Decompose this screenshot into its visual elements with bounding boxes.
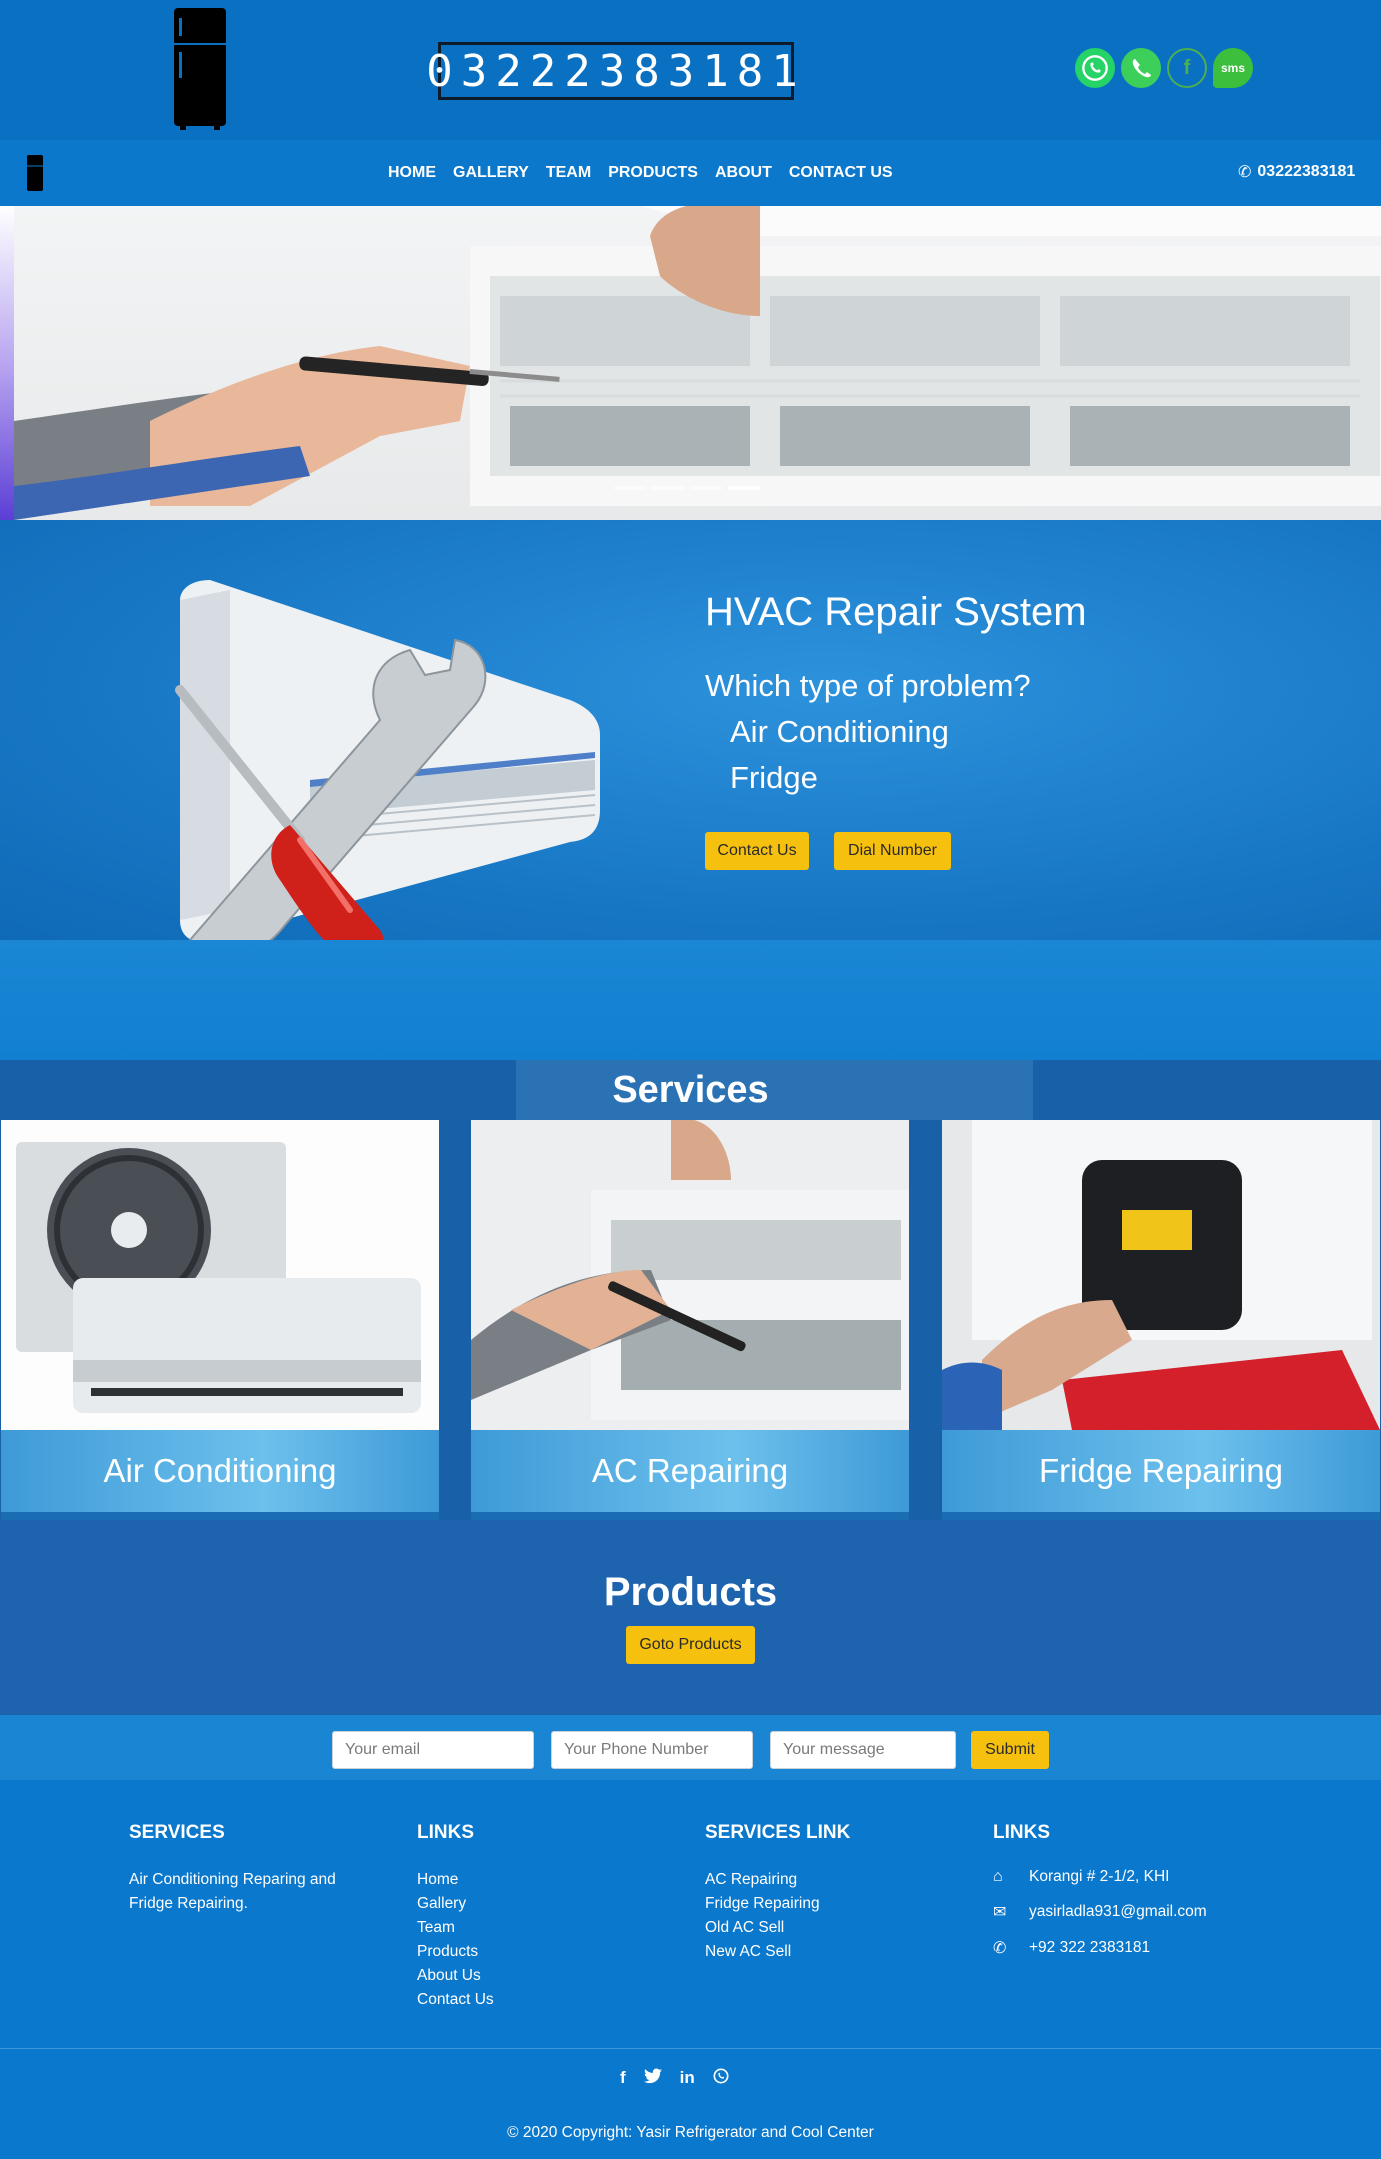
footer-email[interactable]: ✉ yasirladla931@gmail.com — [993, 1902, 1207, 1922]
carousel-dot-1[interactable] — [614, 486, 646, 490]
footer-link-home[interactable]: Home — [417, 1868, 494, 1892]
fridge-repair-photo — [942, 1120, 1380, 1430]
goto-products-button[interactable]: Goto Products — [626, 1626, 755, 1664]
nav-fridge-logo-icon[interactable] — [26, 155, 44, 191]
fridge-repairing-image — [942, 1120, 1380, 1430]
sms-icon[interactable]: sms — [1213, 48, 1253, 88]
footer-service-old-ac-sell[interactable]: Old AC Sell — [705, 1916, 850, 1940]
carousel-dot-2[interactable] — [652, 486, 684, 490]
footer-links-heading: LINKS — [417, 1822, 474, 1843]
whatsapp-icon[interactable] — [1075, 48, 1115, 88]
service-card-fridge-repairing[interactable]: Fridge Repairing — [942, 1120, 1380, 1520]
footer-contact-column: LINKS ⌂ Korangi # 2-1/2, KHI ✉ yasirladl… — [993, 1822, 1207, 1974]
copyright-text: © 2020 Copyright: Yasir Refrigerator and… — [507, 2124, 874, 2141]
footer-social-icons: f in — [620, 2068, 729, 2089]
ac-tools-illustration — [175, 580, 600, 962]
footer-service-fridge-repairing[interactable]: Fridge Repairing — [705, 1892, 850, 1916]
phone-icon: ✆ — [1238, 164, 1252, 181]
products-section: Products Goto Products — [0, 1520, 1381, 1715]
phone-call-icon[interactable] — [1121, 48, 1161, 88]
problem-fridge: Fridge — [730, 760, 818, 795]
footer-links-column: LINKS Home Gallery Team Products About U… — [417, 1822, 494, 2012]
footer-link-about-us[interactable]: About Us — [417, 1964, 494, 1988]
footer-divider — [0, 2048, 1381, 2049]
header-phone-number[interactable]: 03222383181 — [426, 42, 798, 100]
footer-services-link-column: SERVICES LINK AC Repairing Fridge Repair… — [705, 1822, 850, 1964]
footer-address: ⌂ Korangi # 2-1/2, KHI — [993, 1868, 1207, 1886]
service-card-ac-repairing[interactable]: AC Repairing — [471, 1120, 909, 1520]
dial-number-button[interactable]: Dial Number — [834, 832, 951, 870]
linkedin-icon[interactable]: in — [680, 2068, 695, 2089]
footer-service-ac-repairing[interactable]: AC Repairing — [705, 1868, 850, 1892]
service-label-fridge-repairing: Fridge Repairing — [942, 1430, 1380, 1512]
footer-email-text: yasirladla931@gmail.com — [1029, 1903, 1207, 1920]
products-title: Products — [603, 1570, 778, 1614]
footer-contact-heading: LINKS — [993, 1822, 1050, 1843]
nav-team[interactable]: TEAM — [546, 164, 591, 182]
phone-input[interactable]: Your Phone Number — [551, 1731, 753, 1769]
contact-form: Your email Your Phone Number Your messag… — [0, 1715, 1381, 1780]
hero-carousel[interactable] — [0, 206, 1381, 520]
hvac-section-bottom — [0, 940, 1381, 1060]
top-header: 03222383181 f sms — [0, 0, 1381, 140]
carousel-indicators — [614, 486, 760, 490]
services-section: Services Air Conditioning AC Repairing F… — [0, 1060, 1381, 1520]
service-label-air-conditioning: Air Conditioning — [1, 1430, 439, 1512]
nav-phone-link[interactable]: ✆ 03222383181 — [1238, 162, 1355, 182]
footer: SERVICES Air Conditioning Reparing and F… — [0, 1780, 1381, 2159]
nav-home[interactable]: HOME — [388, 164, 436, 182]
footer-phone-text: +92 322 2383181 — [1029, 1939, 1151, 1956]
hvac-question: Which type of problem? — [705, 668, 1031, 703]
facebook-icon[interactable]: f — [1167, 48, 1207, 88]
envelope-icon: ✉ — [993, 1904, 1007, 1921]
service-card-air-conditioning[interactable]: Air Conditioning — [1, 1120, 439, 1520]
nav-gallery[interactable]: GALLERY — [453, 164, 529, 182]
phone-icon: ✆ — [993, 1940, 1007, 1957]
footer-services-heading: SERVICES — [129, 1822, 225, 1843]
ac-repair-photo — [471, 1120, 909, 1430]
nav-products[interactable]: PRODUCTS — [608, 164, 698, 182]
ac-repairing-image — [471, 1120, 909, 1430]
submit-button[interactable]: Submit — [971, 1731, 1049, 1769]
footer-services-column: SERVICES Air Conditioning Reparing and F… — [129, 1822, 379, 1916]
footer-address-text: Korangi # 2-1/2, KHI — [1029, 1868, 1170, 1885]
footer-services-text: Air Conditioning Reparing and Fridge Rep… — [129, 1871, 336, 1912]
home-icon: ⌂ — [993, 1868, 1003, 1885]
footer-link-gallery[interactable]: Gallery — [417, 1892, 494, 1916]
hero-ac-repair-image — [14, 206, 1381, 520]
footer-services-link-heading: SERVICES LINK — [705, 1822, 851, 1843]
nav-links: HOME GALLERY TEAM PRODUCTS ABOUT CONTACT… — [388, 140, 893, 206]
facebook-icon[interactable]: f — [620, 2068, 626, 2089]
whatsapp-icon[interactable] — [713, 2068, 729, 2089]
nav-phone-number: 03222383181 — [1257, 163, 1356, 180]
footer-link-team[interactable]: Team — [417, 1916, 494, 1940]
footer-link-contact-us[interactable]: Contact Us — [417, 1988, 494, 2012]
nav-contact-us[interactable]: CONTACT US — [789, 164, 893, 182]
main-navbar: HOME GALLERY TEAM PRODUCTS ABOUT CONTACT… — [0, 140, 1381, 206]
contact-us-button[interactable]: Contact Us — [705, 832, 809, 870]
footer-link-products[interactable]: Products — [417, 1940, 494, 1964]
air-conditioning-image — [1, 1120, 439, 1430]
nav-about[interactable]: ABOUT — [715, 164, 772, 182]
hvac-title: HVAC Repair System — [705, 590, 1087, 634]
ac-units-illustration — [1, 1120, 439, 1430]
hvac-section: HVAC Repair System Which type of problem… — [0, 520, 1381, 962]
services-title: Services — [612, 1069, 769, 1111]
carousel-dot-3[interactable] — [690, 486, 722, 490]
top-social-icons: f sms — [1075, 48, 1253, 88]
footer-phone[interactable]: ✆ +92 322 2383181 — [993, 1938, 1207, 1958]
message-textarea[interactable]: Your message — [770, 1731, 956, 1769]
service-label-ac-repairing: AC Repairing — [471, 1430, 909, 1512]
email-input[interactable]: Your email — [332, 1731, 534, 1769]
carousel-dot-4[interactable] — [728, 486, 760, 490]
twitter-icon[interactable] — [643, 2068, 662, 2089]
fridge-logo-icon — [174, 8, 226, 130]
problem-air-conditioning: Air Conditioning — [730, 714, 949, 749]
footer-service-new-ac-sell[interactable]: New AC Sell — [705, 1940, 850, 1964]
